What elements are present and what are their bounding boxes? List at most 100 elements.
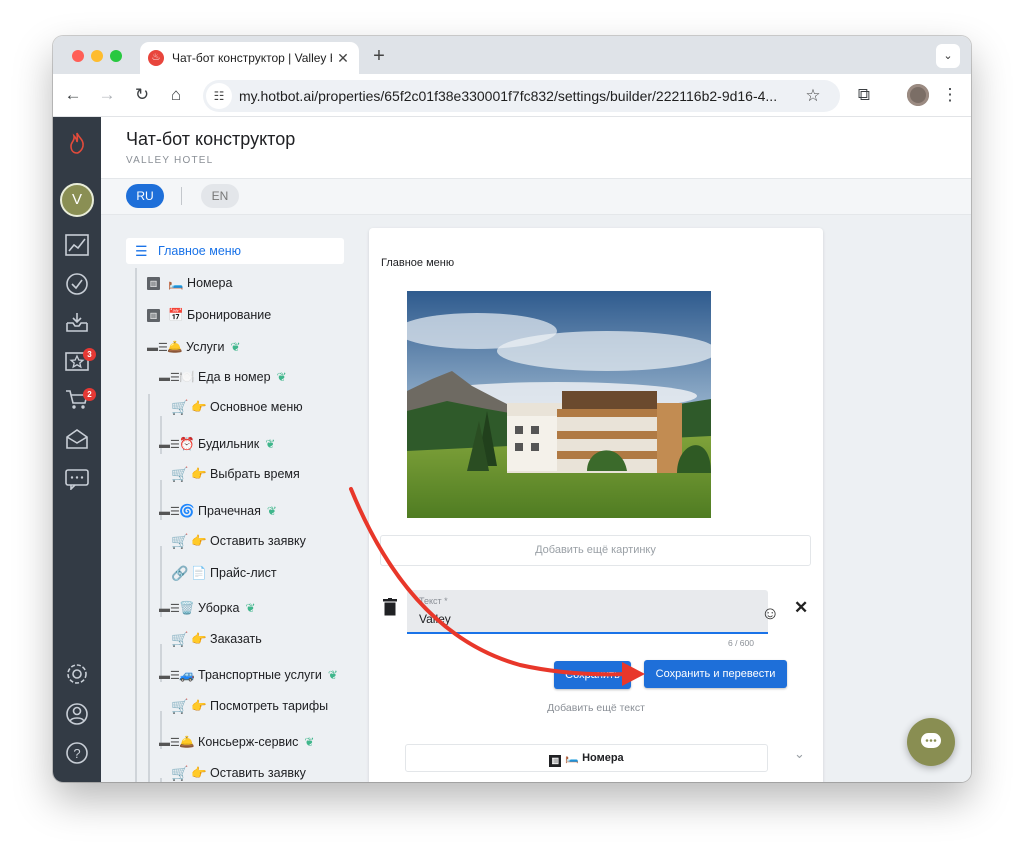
menu-node-icon: ▬☰ (147, 341, 168, 354)
tree-node[interactable]: ▬☰ 🛎️ Консьерж-сервис ❦ (159, 733, 314, 751)
app-area: V 3 2 ? Чат-бот конструктор VALLEY HOTEL… (53, 117, 971, 782)
inbox-download-icon[interactable] (63, 311, 91, 339)
tree-node-label: 👉 Оставить заявку (191, 533, 306, 548)
url-text[interactable]: my.hotbot.ai/properties/65f2c01f38e33000… (239, 88, 799, 104)
tree-node-label: 🚙 Транспортные услуги (179, 667, 322, 682)
text-field[interactable]: Текст * Valley (407, 590, 768, 634)
tree-node[interactable]: ▬☰ ⏰ Будильник ❦ (159, 435, 275, 453)
bookmark-star-icon[interactable]: ☆ (801, 86, 825, 106)
tree-node-label: 📄 Прайс-лист (191, 565, 277, 580)
menu-node-icon: ▬☰ (159, 602, 180, 615)
help-icon[interactable]: ? (63, 741, 91, 769)
tree-node[interactable]: 🔗 📄 Прайс-лист (171, 564, 277, 582)
extensions-icon[interactable]: ⧉ (853, 84, 875, 106)
chat-widget-button[interactable] (907, 718, 955, 766)
text-field-value[interactable]: Valley (419, 612, 451, 626)
browser-tab[interactable]: ♨ Чат-бот конструктор | Valley Hotel ✕ (140, 42, 359, 74)
tree-node[interactable]: ▥ 📅 Бронирование (147, 306, 271, 324)
tab-close-icon[interactable]: ✕ (335, 50, 351, 67)
analytics-icon[interactable] (63, 234, 91, 262)
mail-icon[interactable] (63, 428, 91, 456)
menu-node-icon: ▬☰ (159, 669, 180, 682)
tree-node[interactable]: ▬☰ 🗑️ Уборка ❦ (159, 599, 256, 617)
save-and-translate-button[interactable]: Сохранить и перевести (644, 660, 787, 688)
property-avatar[interactable]: V (60, 183, 94, 217)
browser-window: ♨ Чат-бот конструктор | Valley Hotel ✕ +… (53, 36, 971, 782)
tree-node[interactable]: 🛒 👉 Заказать (171, 630, 262, 648)
node-editor-card: Главное меню Добавить ещё картинку Текст… (369, 228, 823, 782)
tree-node[interactable]: 🛒 👉 Основное меню (171, 398, 303, 416)
browser-menu-icon[interactable]: ⋮ (939, 84, 961, 106)
reload-icon[interactable]: ↻ (131, 84, 153, 106)
add-image-button[interactable]: Добавить ещё картинку (380, 535, 811, 566)
tree-root-main-menu[interactable]: ☰ Главное меню (126, 238, 344, 264)
settings-gear-icon[interactable] (63, 662, 91, 690)
tab-strip: ♨ Чат-бот конструктор | Valley Hotel ✕ +… (53, 36, 971, 74)
menu-node-icon: ▬☰ (159, 736, 180, 749)
cart-node-icon: 🛒 (171, 532, 189, 549)
tree-node[interactable]: ▬☰ 🌀 Прачечная ❦ (159, 502, 277, 520)
cart-node-icon: 🛒 (171, 697, 189, 714)
tree-node[interactable]: 🛒 👉 Выбрать время (171, 465, 300, 483)
text-field-label: Текст * (419, 596, 448, 606)
translated-leaf-icon: ❦ (265, 437, 276, 451)
home-icon[interactable]: ⌂ (165, 84, 187, 106)
property-name: VALLEY HOTEL (126, 155, 214, 166)
account-icon[interactable] (63, 702, 91, 730)
trash-icon[interactable] (383, 598, 397, 616)
app-sidebar: V 3 2 ? (53, 117, 101, 782)
close-window-button[interactable] (72, 50, 84, 62)
tree-node-label: 📅 Бронирование (168, 307, 272, 322)
add-text-button[interactable]: Добавить ещё текст (369, 702, 823, 714)
menu-node-icon: ▬☰ (159, 371, 180, 384)
minimize-window-button[interactable] (91, 50, 103, 62)
hotbot-logo-icon[interactable] (63, 131, 91, 159)
hamburger-icon: ☰ (135, 243, 148, 259)
maximize-window-button[interactable] (110, 50, 122, 62)
translated-leaf-icon: ❦ (266, 504, 277, 518)
tree-node[interactable]: 🛒 👉 Оставить заявку (171, 764, 306, 782)
chart-node-icon: ▥ (147, 276, 160, 290)
profile-avatar[interactable] (907, 84, 929, 106)
chat-icon[interactable] (63, 468, 91, 496)
child-node-button[interactable]: ▥ 🛏️ Номера (405, 744, 768, 772)
site-settings-icon[interactable]: ☷ (206, 83, 232, 109)
translated-leaf-icon: ❦ (304, 735, 315, 749)
new-tab-button[interactable]: + (369, 45, 389, 68)
tasks-check-icon[interactable] (63, 272, 91, 300)
node-title: Главное меню (381, 257, 455, 269)
remove-text-icon[interactable]: ✕ (794, 598, 808, 618)
tree-node[interactable]: ▬☰ 🍽️ Еда в номер ❦ (159, 368, 287, 386)
tree-node-label: 👉 Выбрать время (191, 466, 300, 481)
back-icon[interactable]: ← (62, 84, 84, 106)
reviews-badge: 3 (83, 348, 96, 361)
tab-title: Чат-бот конструктор | Valley Hotel (172, 51, 332, 65)
lang-ru-button[interactable]: RU (126, 184, 164, 208)
tree-node[interactable]: 🛒 👉 Оставить заявку (171, 532, 306, 550)
tree-node[interactable]: ▬☰ 🚙 Транспортные услуги ❦ (159, 666, 338, 684)
tree-node-label: 🛎️ Услуги (167, 339, 225, 354)
forward-icon[interactable]: → (96, 84, 118, 106)
translated-leaf-icon: ❦ (245, 601, 256, 615)
tree-node-label: 🍽️ Еда в номер (179, 369, 271, 384)
tree-node[interactable]: ▥ 🛏️ Номера (147, 274, 232, 292)
emoji-icon[interactable]: ☺ (761, 603, 779, 624)
hotbot-flame-icon: ♨ (148, 50, 164, 66)
address-bar[interactable]: ☷ my.hotbot.ai/properties/65f2c01f38e330… (203, 80, 840, 112)
tree-node[interactable]: ▬☰ 🛎️ Услуги ❦ (147, 338, 241, 356)
tree-guide-line (135, 268, 137, 782)
tab-search-button[interactable]: ⌄ (936, 44, 960, 68)
lang-en-button[interactable]: EN (201, 184, 239, 208)
language-bar: RU EN (101, 179, 971, 215)
translated-leaf-icon: ❦ (327, 668, 338, 682)
tree-node-label: 👉 Посмотреть тарифы (191, 698, 329, 713)
menu-node-icon: ▬☰ (159, 438, 180, 451)
hotel-photo[interactable] (407, 291, 711, 518)
save-button[interactable]: Сохранить (554, 661, 631, 689)
tree-node-label: 👉 Основное меню (191, 399, 303, 414)
tree-node[interactable]: 🛒 👉 Посмотреть тарифы (171, 697, 328, 715)
tree-node-label: 🗑️ Уборка (179, 600, 240, 615)
chevron-down-icon[interactable]: ⌄ (794, 746, 805, 762)
chat-bubble-icon (921, 733, 941, 748)
cart-node-icon: 🛒 (171, 764, 189, 781)
